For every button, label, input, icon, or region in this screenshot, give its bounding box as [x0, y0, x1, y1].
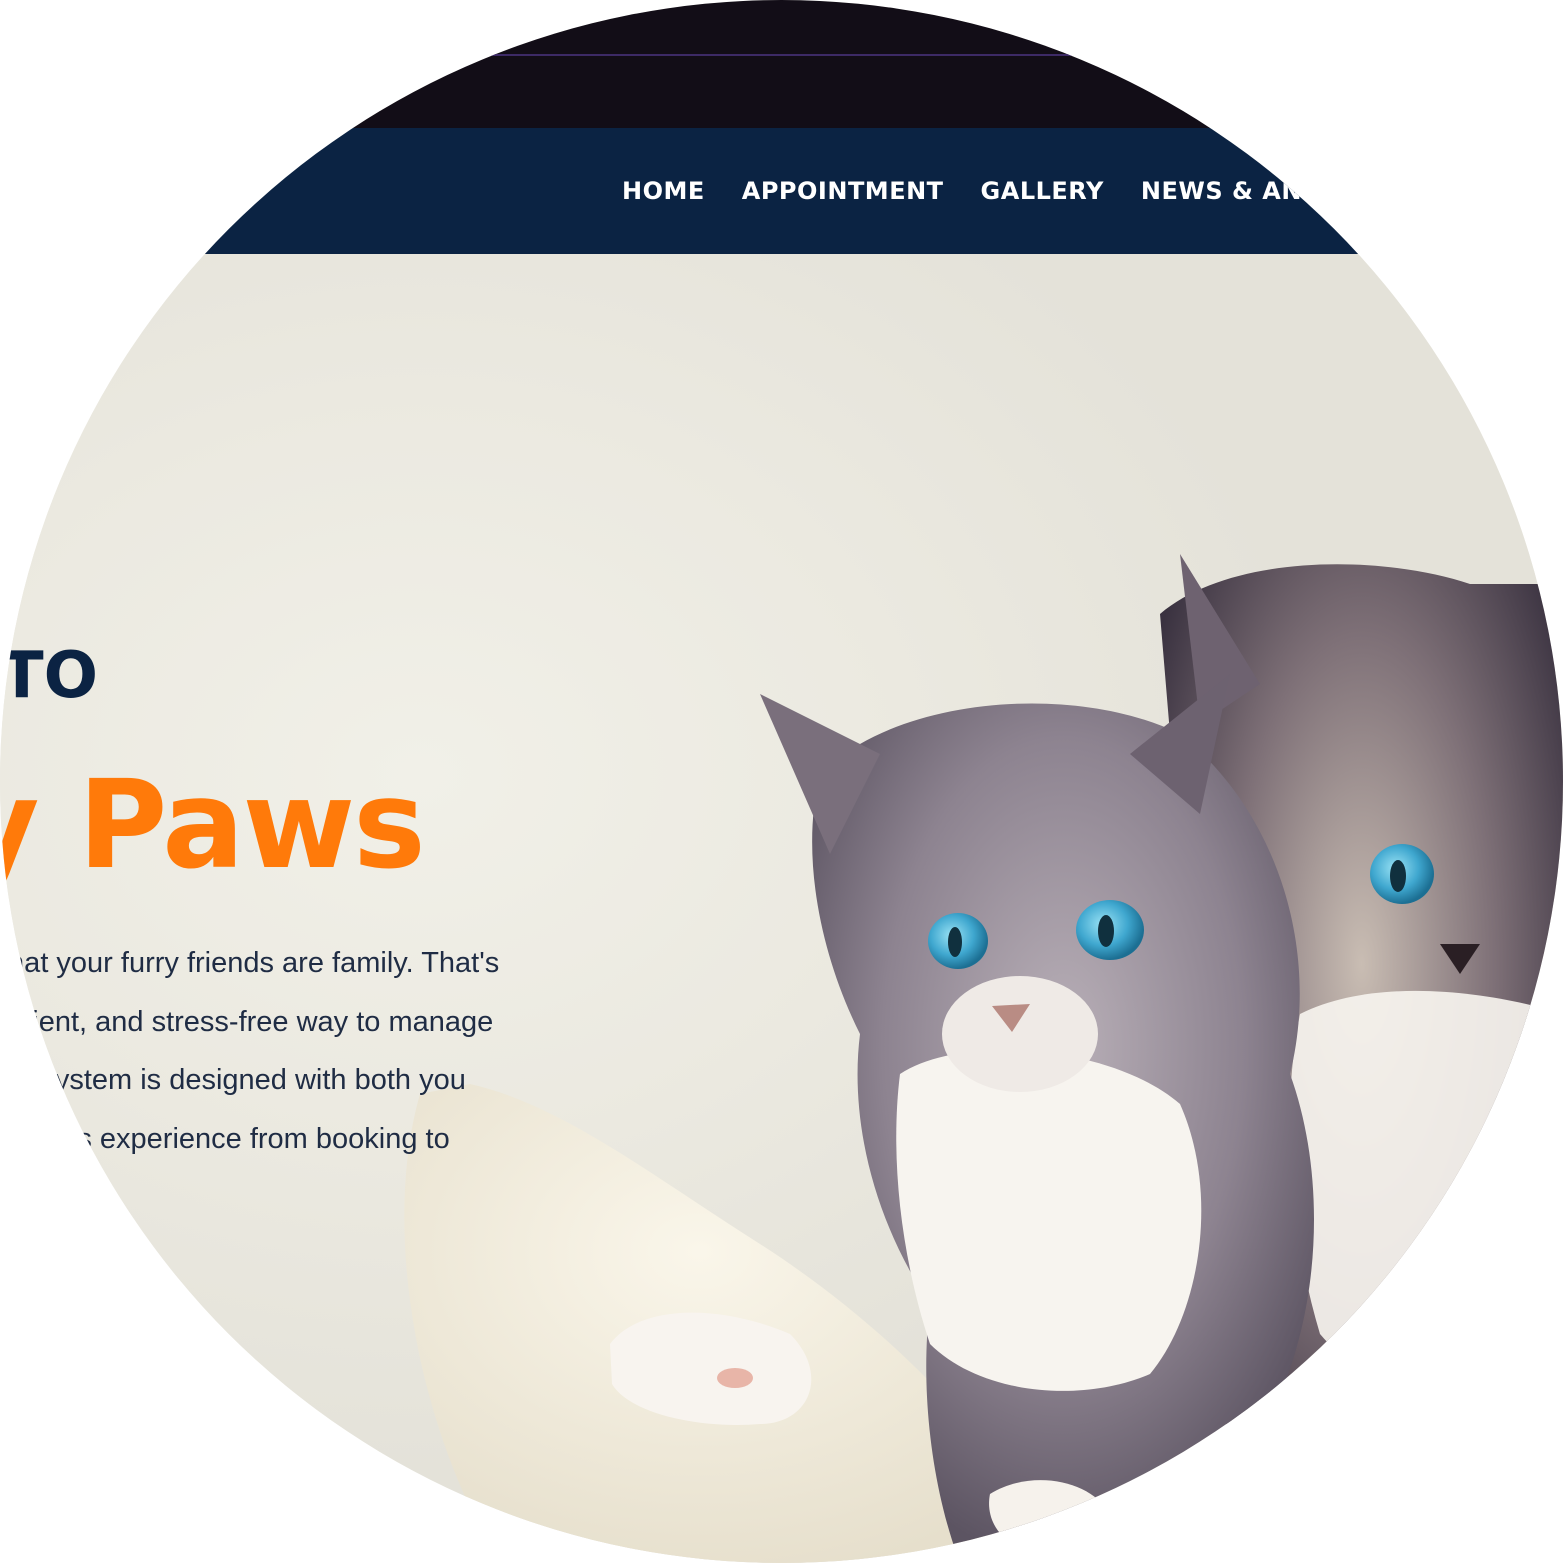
kittens-photo	[404, 554, 1563, 1563]
nav-menu: HOME APPOINTMENT GALLERY NEWS & AN	[622, 128, 1302, 254]
intro-line: that your furry friends are family. That…	[0, 947, 500, 979]
top-accent-line	[480, 54, 1080, 56]
main-navbar: HOME APPOINTMENT GALLERY NEWS & AN	[0, 128, 1563, 254]
welcome-heading: TO	[0, 639, 99, 713]
intro-line: enient, and stress-free way to manage	[0, 1005, 494, 1038]
intro-line: he system is designed with both you	[0, 1064, 466, 1096]
intro-line: amless experience from booking to	[0, 1122, 450, 1155]
brand-heading: y Paws	[0, 754, 426, 896]
hero-section: TO y Paws that your furry friends are fa…	[0, 254, 1563, 1563]
nav-news[interactable]: NEWS & AN	[1141, 177, 1302, 205]
nav-home[interactable]: HOME	[622, 177, 705, 205]
viewport-frame: HOME APPOINTMENT GALLERY NEWS & AN TO y …	[0, 0, 1563, 1563]
intro-paragraph: that your furry friends are family. That…	[0, 934, 600, 1168]
nav-appointment[interactable]: APPOINTMENT	[742, 177, 944, 205]
nav-gallery[interactable]: GALLERY	[981, 177, 1104, 205]
top-bar	[0, 0, 1563, 128]
